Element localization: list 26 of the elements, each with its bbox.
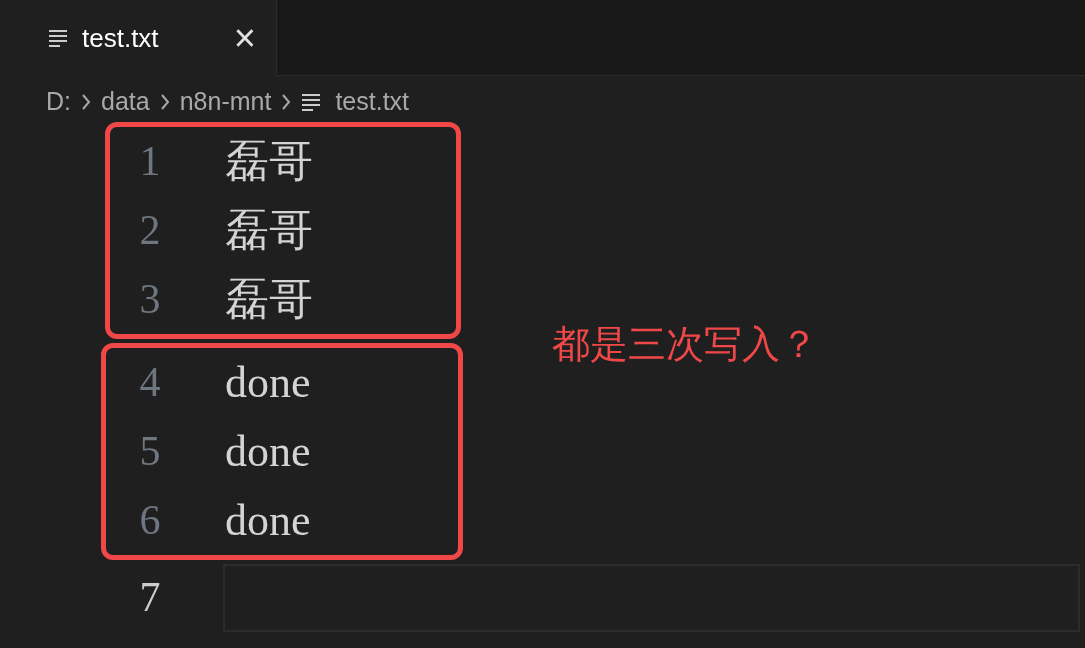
chevron-right-icon: [281, 92, 292, 111]
code-line: done: [225, 356, 311, 409]
code-line: 磊哥: [225, 135, 313, 188]
annotation-text: 都是三次写入？: [552, 322, 818, 367]
code-line: 磊哥: [225, 273, 313, 326]
chevron-right-icon: [159, 92, 170, 111]
chevron-right-icon: [81, 92, 91, 111]
breadcrumb-item[interactable]: D:: [46, 82, 71, 121]
code-line: done: [225, 425, 311, 478]
file-lines-icon: [48, 29, 68, 47]
line-number: 3: [138, 275, 162, 324]
breadcrumb-item[interactable]: test.txt: [301, 82, 410, 121]
line-number: 7: [138, 573, 162, 622]
tab-label: test.txt: [82, 21, 159, 55]
line-number: 1: [138, 137, 162, 186]
breadcrumb-item[interactable]: data: [101, 82, 150, 121]
line-number: 5: [138, 427, 162, 476]
line-number: 4: [138, 358, 162, 407]
breadcrumb-item[interactable]: n8n-mnt: [179, 82, 272, 121]
editor-tab[interactable]: test.txt ×: [0, 0, 277, 76]
code-line: done: [225, 494, 311, 547]
file-lines-icon: [301, 92, 322, 111]
code-line: 磊哥: [225, 204, 313, 257]
line-number: 2: [138, 206, 162, 255]
close-button[interactable]: ×: [233, 19, 256, 57]
line-number: 6: [138, 496, 162, 545]
